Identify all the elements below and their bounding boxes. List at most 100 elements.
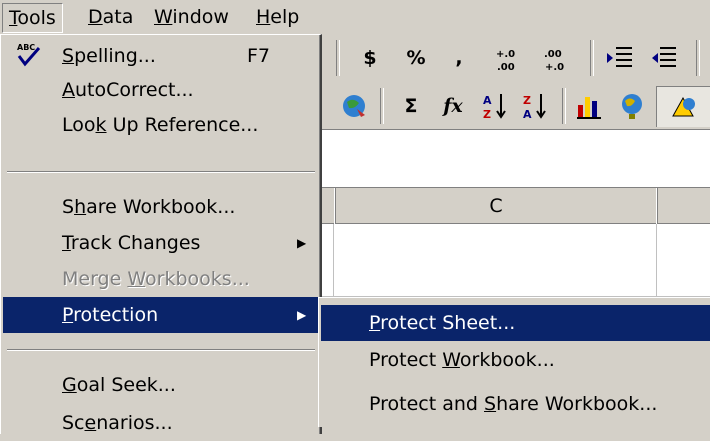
menu-item-label: Protect and Share Workbook... <box>369 386 657 422</box>
decrease-indent-icon <box>607 47 632 67</box>
menu-data-label: ata <box>102 6 134 28</box>
svg-text:.00: .00 <box>497 62 515 73</box>
label-mnemonic: S <box>62 45 75 67</box>
menu-item-label: Merge Workbooks... <box>62 261 250 297</box>
label-mnemonic: P <box>369 312 381 334</box>
svg-text:+.0: +.0 <box>545 62 564 73</box>
label-part: orkbook... <box>459 349 555 371</box>
tools-menu: ABC Spelling... F7 AutoCorrect... Look U… <box>0 34 322 434</box>
menu-help-mnemonic: H <box>256 6 271 28</box>
menu-data[interactable]: Data <box>82 3 139 31</box>
submenu-arrow-icon: ▶ <box>297 308 307 322</box>
menu-item-share-workbook[interactable]: Share Workbook... <box>3 189 319 225</box>
toolbar-separator <box>590 40 594 76</box>
menu-bar: Tools Data Window Help <box>0 0 710 34</box>
currency-button[interactable]: $ <box>352 38 388 78</box>
column-header-d[interactable] <box>656 188 710 224</box>
menu-tools-label: ools <box>17 7 56 29</box>
menu-item-protect-and-share-workbook[interactable]: Protect and Share Workbook... <box>321 386 710 422</box>
menu-item-scenarios[interactable]: Scenarios... <box>3 405 319 441</box>
menu-window[interactable]: Window <box>148 3 235 31</box>
sort-descending-button[interactable]: Z A <box>518 86 552 126</box>
menu-item-label: Spelling... <box>62 38 156 74</box>
label-part: rack Changes <box>70 232 201 254</box>
menu-item-look-up-reference[interactable]: Look Up Reference... <box>3 107 319 143</box>
label-mnemonic: P <box>62 304 74 326</box>
label-part: Merge <box>62 268 128 290</box>
menu-item-label: Share Workbook... <box>62 189 235 225</box>
menu-item-protection[interactable]: Protection ▶ <box>3 297 319 333</box>
toolbar-separator <box>562 88 566 124</box>
menu-item-autocorrect[interactable]: AutoCorrect... <box>3 72 319 108</box>
decrease-decimal-button[interactable]: .00 +.0 <box>538 38 578 78</box>
decrease-decimal-icon: .00 +.0 <box>544 49 564 73</box>
label-part: Loo <box>62 114 96 136</box>
sort-ascending-icon: A Z <box>483 94 506 121</box>
menu-item-protect-sheet[interactable]: Protect Sheet... <box>321 305 710 341</box>
drawing-button[interactable] <box>656 86 710 127</box>
label-part: narios... <box>96 412 173 434</box>
menu-separator <box>7 349 315 351</box>
menu-item-track-changes[interactable]: Track Changes ▶ <box>3 225 319 261</box>
web-toolbar-icon <box>343 95 365 117</box>
shortcut-label: F7 <box>247 45 271 67</box>
svg-text:ABC: ABC <box>17 43 35 52</box>
menu-window-label: indow <box>172 6 229 28</box>
label-mnemonic: T <box>62 232 71 254</box>
increase-decimal-button[interactable]: +.0 .00 <box>490 38 530 78</box>
menu-item-protect-workbook[interactable]: Protect Workbook... <box>321 342 710 378</box>
toolbar-separator <box>336 40 340 76</box>
increase-indent-button[interactable] <box>644 38 684 78</box>
menu-item-label: Goal Seek... <box>62 367 176 403</box>
toolbar-separator <box>380 88 384 124</box>
svg-text:A: A <box>483 94 492 107</box>
autosum-button[interactable]: Σ <box>394 86 428 126</box>
web-toolbar-button[interactable] <box>336 86 372 126</box>
paste-function-button[interactable]: fx <box>436 86 470 126</box>
label-mnemonic: W <box>442 349 460 371</box>
toolbar-separator <box>696 40 700 76</box>
label-part: pelling... <box>74 45 156 67</box>
label-mnemonic: A <box>62 79 75 101</box>
menu-item-merge-workbooks: Merge Workbooks... <box>3 261 319 297</box>
spelling-icon: ABC <box>17 43 41 67</box>
label-part: hare Workbook... <box>496 393 658 415</box>
chart-wizard-button[interactable] <box>572 86 608 126</box>
svg-text:A: A <box>523 108 532 121</box>
label-part: rotection <box>73 304 159 326</box>
label-part: utoCorrect... <box>75 79 194 101</box>
label-mnemonic: k <box>95 114 107 136</box>
increase-decimal-icon: +.0 .00 <box>496 49 515 73</box>
drawing-icon <box>672 96 695 117</box>
label-mnemonic: e <box>84 412 97 434</box>
menu-separator <box>7 171 315 173</box>
menu-item-label: Protection <box>62 297 158 333</box>
svg-text:+.0: +.0 <box>496 49 515 60</box>
menu-item-goal-seek[interactable]: Goal Seek... <box>3 367 319 403</box>
protection-submenu: Protect Sheet... Protect Workbook... Pro… <box>318 297 710 427</box>
svg-text:Z: Z <box>523 94 531 107</box>
label-part: Up Reference... <box>106 114 259 136</box>
menu-window-mnemonic: W <box>154 6 173 28</box>
label-part: are Workbook... <box>86 196 236 218</box>
menu-item-spelling[interactable]: ABC Spelling... F7 <box>3 38 319 74</box>
menu-item-label: Scenarios... <box>62 405 173 441</box>
menu-help-label: elp <box>270 6 300 28</box>
svg-text:.00: .00 <box>544 49 562 60</box>
column-header-c[interactable]: C <box>334 188 658 224</box>
menu-item-label: Protect Workbook... <box>369 342 555 378</box>
menu-item-label: Protect Sheet... <box>369 305 515 341</box>
menu-help[interactable]: Help <box>250 3 305 31</box>
svg-text:Z: Z <box>483 108 491 121</box>
map-button[interactable] <box>614 86 650 126</box>
label-part: Protect <box>369 349 443 371</box>
comma-button[interactable]: , <box>444 38 474 78</box>
sort-ascending-button[interactable]: A Z <box>478 86 512 126</box>
percent-button[interactable]: % <box>398 38 434 78</box>
submenu-arrow-icon: ▶ <box>297 236 307 250</box>
label-mnemonic: G <box>62 374 77 396</box>
menu-tools[interactable]: Tools <box>2 3 63 33</box>
decrease-indent-button[interactable] <box>600 38 640 78</box>
chart-wizard-icon <box>577 97 601 119</box>
label-part: Sc <box>62 412 85 434</box>
